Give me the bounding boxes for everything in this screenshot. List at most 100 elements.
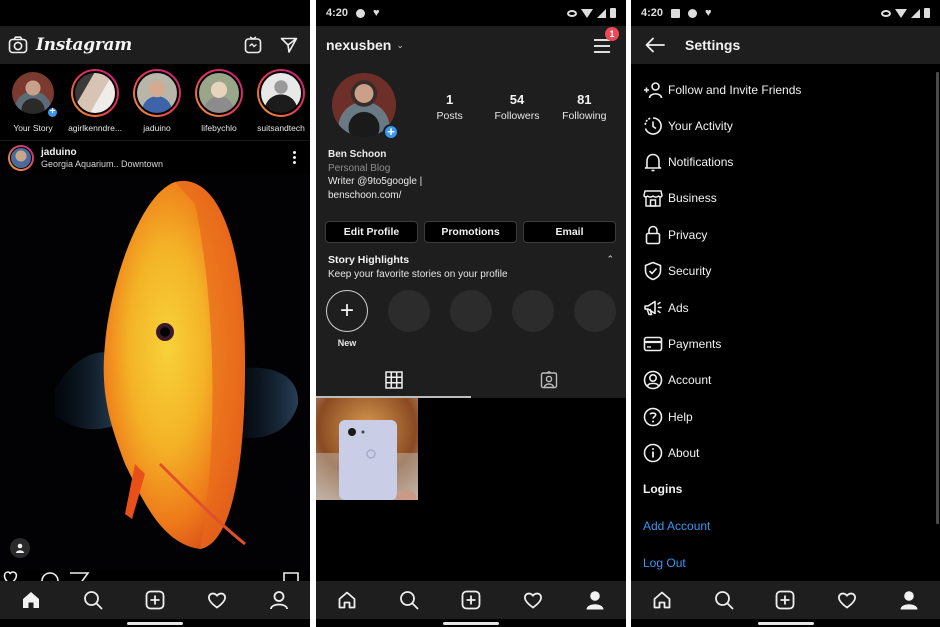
battery-icon [610,8,616,18]
add-story-icon[interactable]: + [383,124,399,140]
post-header: jaduino Georgia Aquarium.. Downtown [0,140,310,174]
grid-icon [384,371,403,389]
story-item[interactable]: agirlkenndre... [66,64,124,140]
instagram-logo: Instagram [36,35,132,55]
settings-item-help[interactable]: Help [643,399,930,435]
settings-item-follow-invite[interactable]: Follow and Invite Friends [643,72,930,108]
status-time: 4:20 [326,7,349,19]
settings-item-account[interactable]: Account [643,362,930,398]
new-post-icon[interactable] [458,587,484,613]
grid-post-thumbnail[interactable] [316,398,418,500]
settings-item-ads[interactable]: Ads [643,290,930,326]
home-indicator[interactable] [443,622,499,625]
home-icon[interactable] [334,587,360,613]
search-icon[interactable] [80,587,106,613]
camera-icon[interactable] [8,36,28,54]
stories-tray: + Your Story agirlkenndre... jaduino lif… [0,64,310,140]
settings-item-payments[interactable]: Payments [643,326,930,362]
tagged-people-icon[interactable] [10,538,30,558]
profile-display-name: Ben Schoon [328,149,387,160]
settings-item-label: Notifications [668,155,734,169]
story-item[interactable]: suitsandtech [252,64,310,140]
profile-avatar[interactable]: + [332,73,399,140]
story-avatar: + [9,69,59,119]
more-options-icon[interactable] [293,151,296,164]
tab-tagged[interactable] [471,362,626,398]
status-time: 4:20 [641,7,664,19]
new-post-icon[interactable] [142,587,168,613]
highlight-placeholder [388,290,430,348]
back-arrow-icon[interactable] [645,37,665,53]
email-button[interactable]: Email [523,221,616,243]
spotify-icon [688,8,698,18]
home-icon[interactable] [649,587,675,613]
story-avatar [71,69,119,117]
add-account-link[interactable]: Add Account [643,519,710,533]
new-post-icon[interactable] [772,587,798,613]
home-indicator[interactable] [127,622,183,625]
feed-screen: Instagram + Your Story agirlkenndre... j… [0,0,310,627]
profile-icon[interactable] [266,587,292,613]
activity-clock-icon [643,116,663,136]
settings-item-privacy[interactable]: Privacy [643,217,930,253]
add-story-icon[interactable]: + [46,106,59,119]
image-notification-icon [671,8,681,18]
status-bar: 4:20 ♥ [631,0,940,26]
activity-heart-icon[interactable] [834,587,860,613]
search-icon[interactable] [711,587,737,613]
megaphone-icon [643,298,663,318]
profile-username[interactable]: nexusben [326,37,391,53]
story-item[interactable]: + Your Story [4,64,62,140]
tab-grid[interactable] [316,362,471,398]
settings-item-about[interactable]: About [643,435,930,471]
settings-item-security[interactable]: Security [643,253,930,289]
story-item[interactable]: lifebychlo [190,64,248,140]
highlight-placeholder [512,290,554,348]
activity-heart-icon[interactable] [520,587,546,613]
menu-button[interactable]: 1 [592,27,619,55]
settings-item-label: About [668,446,700,460]
profile-tabs [316,362,626,398]
promotions-button[interactable]: Promotions [424,221,517,243]
home-icon[interactable] [18,587,44,613]
home-indicator[interactable] [757,622,814,625]
settings-item-label: Your Activity [668,119,733,133]
stat-value: 81 [577,92,592,107]
profile-icon[interactable] [896,587,922,613]
settings-item-label: Ads [668,301,689,315]
stat-followers[interactable]: 54 Followers [487,92,547,122]
stat-value: 1 [446,92,454,107]
story-item[interactable]: jaduino [128,64,186,140]
search-icon[interactable] [396,587,422,613]
direct-message-icon[interactable] [280,36,298,54]
igtv-icon[interactable] [244,36,262,54]
settings-item-your-activity[interactable]: Your Activity [643,108,930,144]
chevron-up-icon[interactable]: ⌃ [606,254,614,265]
bottom-nav [631,581,940,619]
stat-following[interactable]: 81 Following [554,92,614,122]
stat-posts[interactable]: 1 Posts [420,92,480,122]
chevron-down-icon[interactable]: ⌄ [396,40,404,51]
story-avatar [195,69,243,117]
new-highlight-button[interactable]: + New [326,290,368,348]
post-image[interactable] [0,174,310,570]
settings-header: Settings [631,26,940,64]
info-icon [643,443,663,463]
story-username: jaduino [143,123,171,133]
post-username[interactable]: jaduino [41,147,163,158]
settings-item-notifications[interactable]: Notifications [643,144,930,180]
bottom-nav [316,581,626,619]
stat-value: 54 [509,92,525,107]
help-icon [643,407,663,427]
post-author-avatar[interactable] [8,144,34,171]
edit-profile-button[interactable]: Edit Profile [325,221,418,243]
bio-link[interactable]: benschoon.com/ [328,189,422,203]
profile-stats: 1 Posts 54 Followers 81 Following [416,92,618,122]
scrollbar[interactable] [936,72,939,524]
post-location[interactable]: Georgia Aquarium.. Downtown [41,159,163,169]
log-out-link[interactable]: Log Out [643,556,686,570]
posts-grid [316,398,626,581]
profile-icon[interactable] [582,587,608,613]
activity-heart-icon[interactable] [204,587,230,613]
settings-item-business[interactable]: Business [643,180,930,216]
